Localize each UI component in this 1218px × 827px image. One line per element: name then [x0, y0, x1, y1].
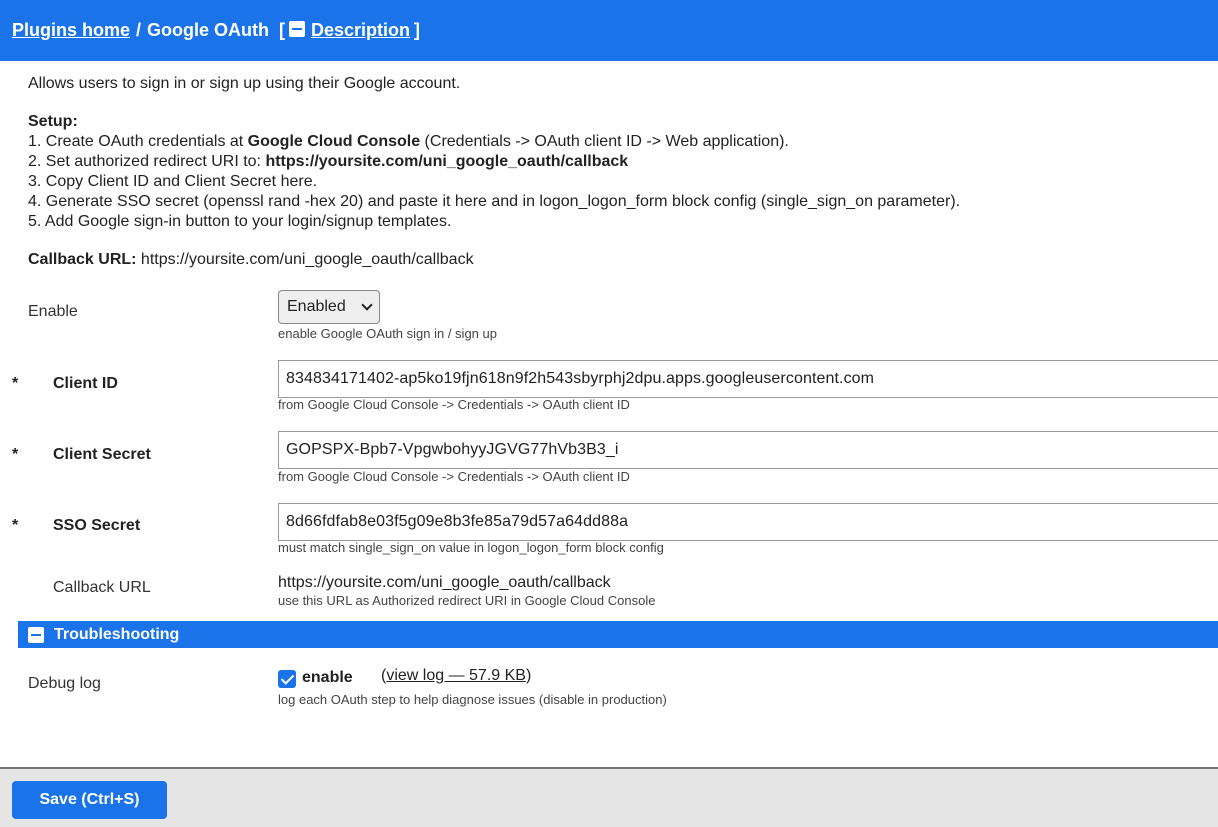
collapse-icon [28, 626, 44, 643]
page-title: Google OAuth [147, 20, 270, 40]
debug-log-label: Debug log [28, 675, 101, 692]
plugin-description: Allows users to sign in or sign up using… [28, 74, 960, 270]
sso-secret-label: SSO Secret [53, 517, 141, 534]
debug-log-help: log each OAuth step to help diagnose iss… [278, 692, 667, 707]
sso-secret-help: must match single_sign_on value in logon… [278, 540, 664, 555]
enable-help: enable Google OAuth sign in / sign up [278, 326, 497, 341]
setup-step-4: 4. Generate SSO secret (openssl rand -he… [28, 193, 961, 210]
step1-suffix: (Credentials -> OAuth client ID -> Web a… [420, 133, 789, 150]
required-marker: * [12, 446, 19, 463]
step2-text: 2. Set authorized redirect URI to: [28, 153, 266, 170]
callback-value: https://yoursite.com/uni_google_oauth/ca… [136, 251, 474, 268]
description-callback: Callback URL: https://yoursite.com/uni_g… [28, 250, 960, 270]
page-header: Plugins home / Google OAuth [ Descriptio… [0, 0, 1218, 61]
setup-step-3: 3. Copy Client ID and Client Secret here… [28, 173, 318, 190]
step1-bold: Google Cloud Console [247, 133, 421, 150]
step2-bold: https://yoursite.com/uni_google_oauth/ca… [265, 153, 629, 170]
view-log-link[interactable]: view log — 57.9 KB [386, 667, 526, 684]
collapse-icon [289, 21, 306, 37]
enable-select[interactable]: Enabled [278, 290, 380, 324]
debug-log-checkbox-label: enable [302, 669, 353, 686]
client-id-help: from Google Cloud Console -> Credentials… [278, 397, 630, 412]
sso-secret-input[interactable]: 8d66fdfab8e03f5g09e8b3fe85a79d57a64dd88a [278, 503, 1218, 541]
client-secret-label: Client Secret [53, 446, 151, 463]
chevron-down-icon [361, 299, 373, 311]
description-toggle-link[interactable]: Description [289, 20, 410, 41]
save-button[interactable]: Save (Ctrl+S) [12, 781, 167, 819]
paren-close: ) [525, 667, 532, 684]
callback-url-value: https://yoursite.com/uni_google_oauth/ca… [278, 574, 611, 591]
breadcrumb-separator: / [136, 20, 142, 40]
setup-step-2: 2. Set authorized redirect URI to: https… [28, 152, 960, 172]
sso-secret-value: 8d66fdfab8e03f5g09e8b3fe85a79d57a64dd88a [286, 513, 629, 530]
setup-title: Setup: [28, 113, 78, 130]
setup-step-5: 5. Add Google sign-in button to your log… [28, 213, 452, 230]
callback-url-label: Callback URL [53, 579, 151, 596]
troubleshooting-title: Troubleshooting [54, 625, 180, 643]
view-log-wrapper: (view log — 57.9 KB) [381, 667, 531, 685]
description-toggle-label: Description [311, 20, 411, 40]
callback-url-help: use this URL as Authorized redirect URI … [278, 593, 656, 608]
client-secret-input[interactable]: GOPSPX-Bpb7-VpgwbohyyJGVG77hVb3B3_i [278, 431, 1218, 469]
client-secret-value: GOPSPX-Bpb7-VpgwbohyyJGVG77hVb3B3_i [286, 441, 619, 458]
breadcrumb-plugins-home-link[interactable]: Plugins home [12, 20, 130, 41]
client-id-label: Client ID [53, 375, 118, 392]
client-id-value: 834834171402-ap5ko19fjn618n9f2h543sbyrph… [286, 370, 875, 387]
required-marker: * [12, 375, 19, 392]
debug-log-checkbox[interactable] [278, 670, 296, 688]
setup-step-1: 1. Create OAuth credentials at Google Cl… [28, 132, 960, 152]
client-id-input[interactable]: 834834171402-ap5ko19fjn618n9f2h543sbyrph… [278, 360, 1218, 398]
description-intro: Allows users to sign in or sign up using… [28, 75, 461, 92]
footer-bar: Save (Ctrl+S) [0, 767, 1218, 827]
bracket-close: ] [414, 20, 421, 40]
callback-label: Callback URL: [28, 251, 137, 268]
enable-select-value: Enabled [287, 298, 346, 315]
bracket-open: [ [279, 20, 286, 40]
required-marker: * [12, 517, 19, 534]
step1-text: 1. Create OAuth credentials at [28, 133, 248, 150]
client-secret-help: from Google Cloud Console -> Credentials… [278, 469, 630, 484]
enable-label: Enable [28, 303, 78, 320]
troubleshooting-section-header[interactable]: Troubleshooting [18, 621, 1218, 648]
